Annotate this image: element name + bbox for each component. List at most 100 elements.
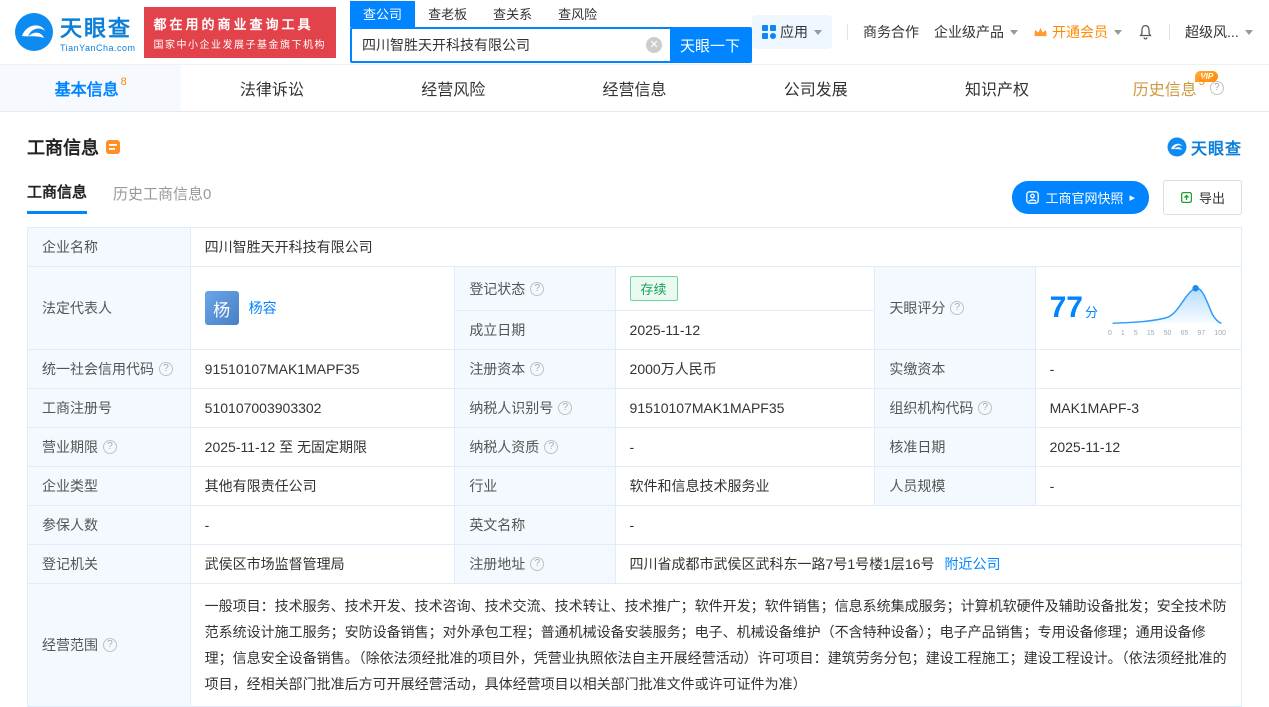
tab-basic-info[interactable]: 基本信息 8 bbox=[0, 65, 182, 111]
logo-text: 天眼查 TianYanCha.com bbox=[60, 11, 136, 53]
brand-name: 天眼查 bbox=[1190, 141, 1242, 158]
clear-icon[interactable] bbox=[646, 37, 663, 53]
credit-code-value: 91510107MAK1MAPF35 bbox=[189, 349, 456, 389]
export-icon bbox=[1180, 191, 1193, 204]
logo-title: 天眼查 bbox=[60, 16, 133, 41]
tab-label: 历史信息 bbox=[1132, 82, 1197, 99]
score-cell: 77 分 0 1 5 15 50 65 97 100 bbox=[1034, 266, 1243, 350]
search-area: 查公司 查老板 查关系 查风险 天眼一下 bbox=[350, 1, 753, 63]
help-icon[interactable] bbox=[530, 557, 545, 571]
section-header: 工商信息 天眼查 bbox=[27, 134, 1242, 160]
taxpayer-id-value: 91510107MAK1MAPF35 bbox=[614, 388, 876, 428]
taxpayer-quality-value: - bbox=[614, 427, 876, 467]
brand-watermark: 天眼查 bbox=[1167, 135, 1242, 159]
org-code-label-cell: 组织机构代码 bbox=[874, 388, 1036, 428]
search-tab-company[interactable]: 查公司 bbox=[350, 1, 416, 27]
search-tab-risk[interactable]: 查风险 bbox=[545, 1, 610, 27]
table-row: 工商注册号 510107003903302 纳税人识别号 91510107MAK… bbox=[27, 388, 1243, 428]
notifications[interactable] bbox=[1137, 23, 1154, 41]
slogan-line2: 国家中小企业发展子基金旗下机构 bbox=[153, 39, 327, 51]
official-snapshot-button[interactable]: 工商官网快照 bbox=[1012, 181, 1149, 214]
help-icon[interactable] bbox=[530, 281, 545, 296]
help-icon[interactable] bbox=[950, 301, 965, 315]
tab-label: 经营风险 bbox=[421, 82, 486, 99]
address-label-cell: 注册地址 bbox=[454, 544, 616, 584]
help-icon[interactable] bbox=[1209, 81, 1224, 95]
table-row: 登记机关 武侯区市场监督管理局 注册地址 四川省成都市武侯区武科东一路7号1号楼… bbox=[27, 544, 1243, 584]
help-icon[interactable] bbox=[978, 401, 993, 415]
reg-capital-value: 2000万人民币 bbox=[614, 349, 876, 389]
tab-label: 经营信息 bbox=[602, 82, 667, 99]
cooperation-menu[interactable]: 商务合作 bbox=[863, 22, 919, 42]
vip-menu[interactable]: 开通会员 bbox=[1033, 22, 1123, 42]
search-tab-relation[interactable]: 查关系 bbox=[480, 1, 545, 27]
score-curve bbox=[1112, 285, 1222, 325]
approval-date-value: 2025-11-12 bbox=[1034, 427, 1243, 467]
address-label: 注册地址 bbox=[469, 556, 526, 572]
establish-date-value: 2025-11-12 bbox=[614, 310, 876, 350]
tab-count-badge: 8 bbox=[120, 76, 127, 88]
reg-number-value: 510107003903302 bbox=[189, 388, 456, 428]
top-header: 天眼查 TianYanCha.com 都在用的商业查询工具 国家中小企业发展子基… bbox=[0, 0, 1269, 64]
tab-intellectual-property[interactable]: 知识产权 bbox=[906, 65, 1087, 111]
help-icon[interactable] bbox=[103, 440, 117, 454]
enterprise-menu[interactable]: 企业级产品 bbox=[934, 22, 1019, 42]
search-box: 天眼一下 bbox=[350, 27, 753, 63]
score-value: 77 分 bbox=[1049, 291, 1098, 324]
subtab-business-info[interactable]: 工商信息 bbox=[27, 181, 88, 214]
slogan-badge: 都在用的商业查询工具 国家中小企业发展子基金旗下机构 bbox=[143, 6, 337, 58]
help-icon[interactable] bbox=[159, 362, 173, 376]
apps-menu[interactable]: 应用 bbox=[752, 15, 833, 49]
org-code-value: MAK1MAPF-3 bbox=[1034, 388, 1243, 428]
english-name-label: 英文名称 bbox=[454, 505, 616, 545]
super-risk-label: 超级风... bbox=[1185, 24, 1239, 40]
score-distribution-chart: 0 1 5 15 50 65 97 100 bbox=[1106, 279, 1228, 337]
cooperation-label: 商务合作 bbox=[863, 24, 920, 40]
legal-rep-link[interactable]: 杨容 bbox=[249, 298, 277, 318]
search-tabs: 查公司 查老板 查关系 查风险 bbox=[350, 1, 752, 27]
help-icon[interactable] bbox=[103, 638, 117, 652]
chevron-down-icon bbox=[1114, 29, 1123, 35]
business-term-label: 营业期限 bbox=[42, 439, 98, 455]
help-icon[interactable] bbox=[544, 440, 559, 454]
reg-number-label: 工商注册号 bbox=[27, 388, 191, 428]
score-label: 天眼评分 bbox=[889, 300, 946, 316]
main-content: 工商信息 天眼查 工商信息 历史工商信息0 工商官网快照 ▸ 导出 企业名称 四… bbox=[0, 112, 1269, 707]
avatar[interactable]: 杨 bbox=[204, 291, 239, 325]
scope-text: 一般项目：技术服务、技术开发、技术咨询、技术交流、技术转让、技术推广；软件开发；… bbox=[204, 598, 1227, 692]
crown-icon bbox=[1034, 27, 1047, 37]
section-flag-icon bbox=[106, 140, 120, 154]
credit-code-label: 统一社会信用代码 bbox=[42, 361, 154, 377]
tab-operation-risk[interactable]: 经营风险 bbox=[363, 65, 544, 111]
search-input[interactable] bbox=[352, 29, 647, 61]
reg-status-label: 登记状态 bbox=[469, 280, 526, 297]
export-button[interactable]: 导出 bbox=[1162, 180, 1242, 215]
search-tab-boss[interactable]: 查老板 bbox=[415, 1, 480, 27]
slogan-line1: 都在用的商业查询工具 bbox=[153, 16, 314, 32]
tab-company-development[interactable]: 公司发展 bbox=[725, 65, 906, 111]
business-term-value: 2025-11-12 至 无固定期限 bbox=[189, 427, 456, 467]
super-risk-menu[interactable]: 超级风... bbox=[1185, 22, 1253, 42]
table-row: 企业名称 四川智胜天开科技有限公司 bbox=[27, 227, 1243, 267]
search-button[interactable]: 天眼一下 bbox=[670, 29, 751, 61]
approval-date-label: 核准日期 bbox=[874, 427, 1036, 467]
tab-history-info[interactable]: VIP 历史信息 5 bbox=[1088, 65, 1269, 111]
org-code-label: 组织机构代码 bbox=[889, 400, 974, 416]
company-nav-tabs: 基本信息 8 法律诉讼 经营风险 经营信息 公司发展 知识产权 VIP 历史信息… bbox=[0, 64, 1269, 112]
chevron-down-icon bbox=[1244, 29, 1253, 35]
tab-legal-litigation[interactable]: 法律诉讼 bbox=[181, 65, 362, 111]
tab-operation-info[interactable]: 经营信息 bbox=[544, 65, 725, 111]
chevron-down-icon bbox=[814, 29, 823, 35]
tab-label: 基本信息 bbox=[54, 82, 119, 99]
snapshot-icon bbox=[1026, 191, 1040, 204]
staff-size-label: 人员规模 bbox=[874, 466, 1036, 506]
apps-label: 应用 bbox=[780, 24, 809, 40]
help-icon[interactable] bbox=[530, 362, 545, 376]
subtab-row: 工商信息 历史工商信息0 工商官网快照 导出 bbox=[27, 180, 1242, 215]
scope-label: 经营范围 bbox=[42, 637, 98, 653]
tab-count-badge: 5 bbox=[1198, 76, 1205, 88]
nearby-companies-link[interactable]: 附近公司 bbox=[944, 554, 1000, 574]
help-icon[interactable] bbox=[558, 401, 573, 415]
subtab-history-business-info[interactable]: 历史工商信息0 bbox=[113, 183, 211, 213]
logo[interactable]: 天眼查 TianYanCha.com bbox=[14, 11, 136, 53]
